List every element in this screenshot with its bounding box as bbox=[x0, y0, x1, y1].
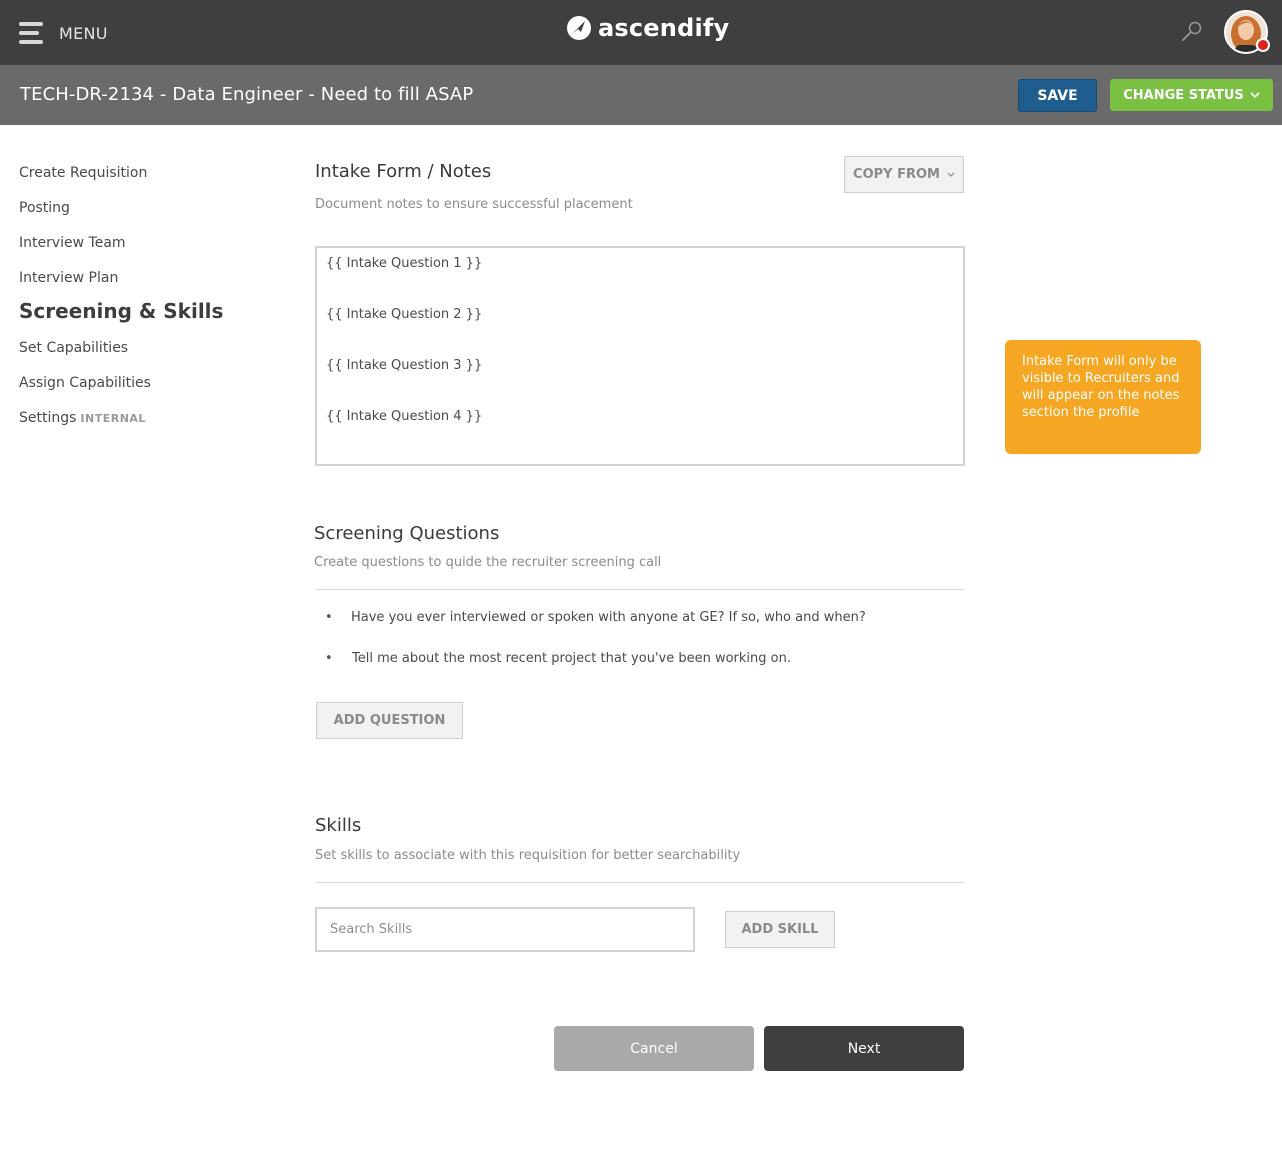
section-divider bbox=[315, 589, 965, 590]
skills-section-subtitle: Set skills to associate with this requis… bbox=[315, 848, 741, 863]
skills-section-title: Skills bbox=[315, 815, 362, 836]
intake-line: {{ Intake Question 4 }} bbox=[326, 409, 483, 424]
screening-section-title: Screening Questions bbox=[314, 523, 500, 544]
intake-section-subtitle: Document notes to ensure successful plac… bbox=[315, 197, 633, 212]
add-skill-button[interactable]: ADD SKILL bbox=[725, 911, 835, 948]
intake-line: {{ Intake Question 2 }} bbox=[326, 307, 483, 322]
sidebar-item-set-capabilities[interactable]: Set Capabilities bbox=[19, 340, 128, 356]
sidebar-item-label: Settings bbox=[19, 410, 77, 426]
cancel-button[interactable]: Cancel bbox=[554, 1026, 754, 1071]
bullet: • bbox=[325, 610, 333, 625]
bullet: • bbox=[325, 651, 333, 666]
change-status-label: CHANGE STATUS bbox=[1123, 87, 1244, 103]
list-item[interactable]: • Tell me about the most recent project … bbox=[325, 651, 791, 666]
save-button[interactable]: SAVE bbox=[1018, 79, 1097, 112]
hamburger-icon bbox=[19, 20, 44, 46]
chevron-down-icon bbox=[1250, 91, 1260, 98]
status-dot bbox=[1256, 38, 1270, 52]
menu-label: MENU bbox=[59, 23, 108, 43]
intake-notes-editor[interactable]: {{ Intake Question 1 }} {{ Intake Questi… bbox=[315, 246, 965, 466]
add-question-button[interactable]: ADD QUESTION bbox=[316, 702, 463, 739]
copy-from-dropdown[interactable]: COPY FROM bbox=[844, 156, 964, 193]
brand-logo[interactable]: ascendify bbox=[566, 14, 729, 42]
intake-line: {{ Intake Question 3 }} bbox=[326, 358, 483, 373]
intake-line: {{ Intake Question 1 }} bbox=[326, 256, 483, 271]
sidebar-item-assign-capabilities[interactable]: Assign Capabilities bbox=[19, 375, 151, 391]
top-navigation-bar: MENU ascendify bbox=[0, 0, 1282, 65]
next-button[interactable]: Next bbox=[764, 1026, 964, 1071]
list-item[interactable]: • Have you ever interviewed or spoken wi… bbox=[325, 610, 866, 625]
search-icon[interactable] bbox=[1180, 20, 1204, 44]
screening-section-subtitle: Create questions to quide the recruiter … bbox=[314, 555, 662, 570]
question-text: Have you ever interviewed or spoken with… bbox=[351, 610, 866, 625]
internal-badge: INTERNAL bbox=[80, 412, 146, 425]
chevron-down-icon bbox=[947, 172, 955, 177]
requisition-header-bar: TECH-DR-2134 - Data Engineer - Need to f… bbox=[0, 65, 1282, 125]
section-divider bbox=[315, 882, 965, 883]
ascendify-logo-icon bbox=[567, 16, 591, 40]
sidebar-item-create-requisition[interactable]: Create Requisition bbox=[19, 165, 147, 181]
copy-from-label: COPY FROM bbox=[853, 167, 940, 182]
menu-button[interactable]: MENU bbox=[19, 20, 108, 46]
requisition-title: TECH-DR-2134 - Data Engineer - Need to f… bbox=[20, 84, 474, 105]
intake-visibility-tooltip: Intake Form will only be visible to Recr… bbox=[1005, 340, 1201, 454]
search-skills-input[interactable] bbox=[315, 907, 695, 952]
user-avatar[interactable] bbox=[1224, 10, 1270, 54]
change-status-button[interactable]: CHANGE STATUS bbox=[1110, 79, 1273, 111]
intake-section-title: Intake Form / Notes bbox=[315, 161, 492, 182]
question-text: Tell me about the most recent project th… bbox=[352, 651, 791, 666]
sidebar-item-interview-plan[interactable]: Interview Plan bbox=[19, 270, 118, 286]
sidebar-item-posting[interactable]: Posting bbox=[19, 200, 70, 216]
sidebar-item-interview-team[interactable]: Interview Team bbox=[19, 235, 126, 251]
brand-name: ascendify bbox=[598, 14, 730, 42]
sidebar-item-screening-skills[interactable]: Screening & Skills bbox=[19, 299, 223, 323]
sidebar-item-settings[interactable]: Settings INTERNAL bbox=[19, 410, 146, 426]
